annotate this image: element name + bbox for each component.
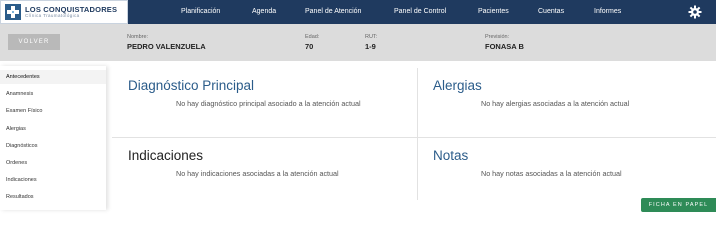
notas-title: Notas [433,148,469,163]
gear-icon[interactable] [688,5,702,19]
patient-prevision-label: Previsión: [485,34,510,40]
sidebar-item-alergias[interactable]: Alergias [6,125,26,133]
sidebar-item-examen-fisico[interactable]: Examen Físico [6,107,42,115]
logo-subtitle: Clínica Traumatológica [25,13,80,18]
patient-prevision-value: FONASA B [485,42,524,51]
column-divider [417,68,418,200]
ficha-en-papel-button[interactable]: FICHA EN PAPEL [641,198,716,212]
top-navigation-bar: Planificación Agenda Panel de Atención P… [0,0,716,24]
sidebar-item-anamnesis[interactable]: Anamnesis [6,90,33,98]
patient-rut-field: RUT: 1-9 [365,34,377,52]
diagnostico-title: Diagnóstico Principal [128,78,255,93]
patient-age-value: 70 [305,42,314,51]
clinic-cross-logo-icon [5,4,21,20]
patient-prevision-field: Previsión: FONASA B [485,34,524,52]
alergias-title: Alergias [433,78,482,93]
sidebar-item-indicaciones[interactable]: Indicaciones [6,176,37,184]
clinic-logo[interactable]: Los Conquistadores Clínica Traumatológic… [0,0,128,24]
sidebar-item-diagnosticos[interactable]: Diagnósticos [6,142,38,150]
nav-pacientes[interactable]: Pacientes [478,0,509,24]
patient-age-label: Edad: [305,34,320,40]
nav-panel-atencion[interactable]: Panel de Atención [305,0,361,24]
sidebar-item-resultados[interactable]: Resultados [6,193,34,201]
patient-header: VOLVER Nombre: PEDRO VALENZUELA Edad: 70… [0,24,716,61]
patient-rut-label: RUT: [365,34,378,40]
patient-name-value: PEDRO VALENZUELA [127,42,206,51]
nav-cuentas[interactable]: Cuentas [538,0,564,24]
indicaciones-message: No hay indicaciones asociadas a la atenc… [176,169,339,178]
patient-age-field: Edad: 70 [305,34,319,52]
nav-planificacion[interactable]: Planificación [181,0,220,24]
nav-informes[interactable]: Informes [594,0,621,24]
indicaciones-title: Indicaciones [128,148,204,163]
sidebar-item-antecedentes[interactable]: Antecedentes [6,73,40,81]
row-divider [112,137,716,138]
patient-name-label: Nombre: [127,34,149,40]
nav-panel-control[interactable]: Panel de Control [394,0,446,24]
sidebar-item-ordenes[interactable]: Ordenes [6,159,27,167]
logo-title: Los Conquistadores [25,4,118,14]
patient-name-field: Nombre: PEDRO VALENZUELA [127,34,206,52]
sidebar: Antecedentes Anamnesis Examen Físico Ale… [0,66,106,210]
back-button[interactable]: VOLVER [8,34,60,50]
nav-agenda[interactable]: Agenda [252,0,276,24]
notas-message: No hay notas asociadas a la atención act… [481,169,622,178]
alergias-message: No hay alergias asociadas a la atención … [481,99,630,108]
diagnostico-message: No hay diagnóstico principal asociado a … [176,99,361,108]
patient-rut-value: 1-9 [365,42,376,51]
